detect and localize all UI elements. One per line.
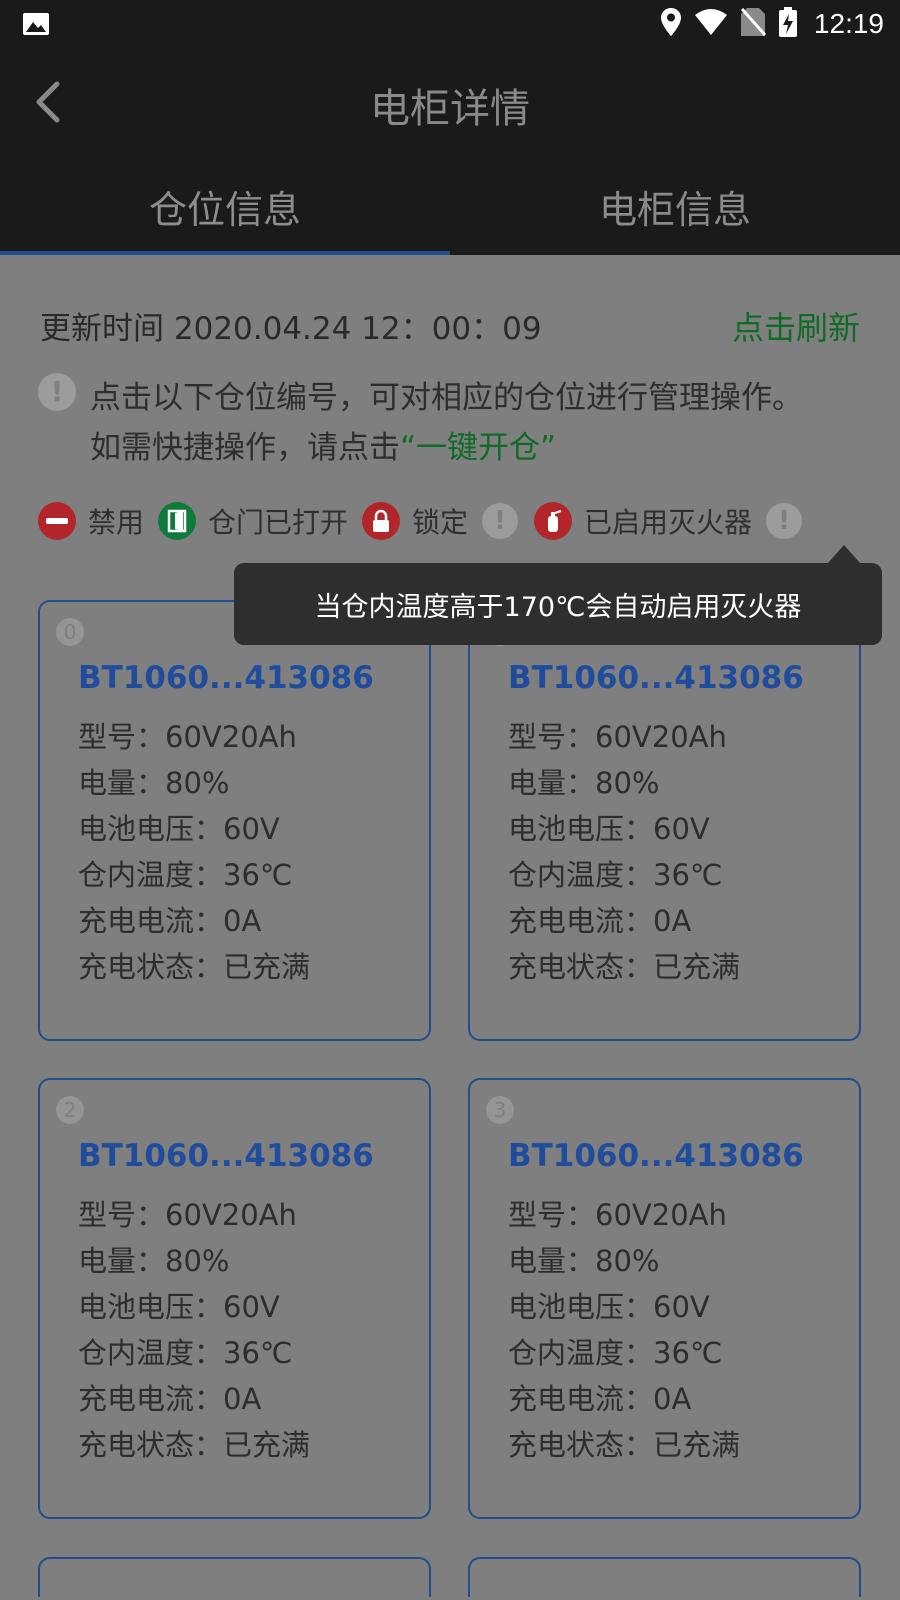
slot-index-badge: 0: [56, 618, 84, 646]
fire-extinguisher-icon: [534, 502, 573, 540]
slot-card-0[interactable]: 0 BT1060...413086 型号：60V20Ah 电量：80% 电池电压…: [38, 600, 431, 1041]
voltage-line: 电池电压：60V: [508, 1290, 710, 1324]
notice-line-2-prefix: 如需快捷操作，请点击: [90, 430, 400, 466]
refresh-link[interactable]: 点击刷新: [732, 303, 860, 349]
content-area: 更新时间 2020.04.24 12：00：09 点击刷新 ! 点击以下仓位编号…: [0, 255, 900, 1600]
battery-id: BT1060...413086: [78, 1138, 374, 1174]
tooltip-arrow: [828, 545, 860, 563]
model-line: 型号：60V20Ah: [78, 720, 297, 754]
notice-line-2: 如需快捷操作，请点击“一键开仓”: [90, 423, 870, 473]
current-line: 充电电流：0A: [508, 1382, 692, 1416]
voltage-line: 电池电压：60V: [78, 1290, 280, 1324]
slot-card-1[interactable]: 1 BT1060...413086 型号：60V20Ah 电量：80% 电池电压…: [468, 600, 861, 1041]
extinguisher-info-icon[interactable]: !: [766, 503, 803, 539]
tab-cabinet-info[interactable]: 电柜信息: [450, 158, 900, 255]
model-line: 型号：60V20Ah: [508, 1198, 727, 1232]
slot-card-3[interactable]: 3 BT1060...413086 型号：60V20Ah 电量：80% 电池电压…: [468, 1078, 861, 1519]
card-details: 型号：60V20Ah 电量：80% 电池电压：60V 仓内温度：36℃ 充电电流…: [78, 1192, 310, 1468]
charge-line: 电量：80%: [78, 766, 230, 800]
legend-locked: 锁定: [362, 501, 468, 541]
charge-status-line: 充电状态：已充满: [78, 1428, 311, 1462]
lock-icon: [362, 502, 401, 540]
tab-slot-info[interactable]: 仓位信息: [0, 158, 450, 255]
current-line: 充电电流：0A: [508, 904, 692, 938]
current-line: 充电电流：0A: [78, 904, 262, 938]
card-details: 型号：60V20Ah 电量：80% 电池电压：60V 仓内温度：36℃ 充电电流…: [508, 1192, 740, 1468]
quick-open-link[interactable]: “一键开仓”: [400, 430, 556, 466]
update-time: 更新时间 2020.04.24 12：00：09: [40, 311, 542, 347]
legend-door-open-label: 仓门已打开: [208, 506, 349, 539]
page-title: 电柜详情: [370, 86, 530, 132]
voltage-line: 电池电压：60V: [78, 812, 280, 846]
status-bar: 12:19: [0, 0, 900, 48]
charge-line: 电量：80%: [78, 1244, 230, 1278]
image-notification-icon: [22, 12, 50, 36]
card-details: 型号：60V20Ah 电量：80% 电池电压：60V 仓内温度：36℃ 充电电流…: [508, 714, 740, 990]
charge-line: 电量：80%: [508, 1244, 660, 1278]
status-icons: 12:19: [660, 7, 884, 41]
wifi-icon: [694, 8, 728, 40]
legend-locked-label: 锁定: [412, 506, 469, 539]
legend-door-open: 仓门已打开: [158, 501, 348, 541]
card-details: 型号：60V20Ah 电量：80% 电池电压：60V 仓内温度：36℃ 充电电流…: [78, 714, 310, 990]
legend: 禁用 仓门已打开 锁定 ! 已启用灭火器 !: [38, 501, 878, 541]
legend-disabled-label: 禁用: [88, 506, 145, 539]
notice-line-1: 点击以下仓位编号，可对相应的仓位进行管理操作。: [90, 380, 803, 416]
exclamation-icon: !: [38, 373, 76, 411]
temperature-line: 仓内温度：36℃: [508, 1336, 723, 1370]
minus-circle-icon: [38, 502, 76, 540]
update-row: 更新时间 2020.04.24 12：00：09 点击刷新: [40, 303, 860, 347]
status-time: 12:19: [813, 8, 884, 39]
slot-card-2[interactable]: 2 BT1060...413086 型号：60V20Ah 电量：80% 电池电压…: [38, 1078, 431, 1519]
legend-extinguisher: 已启用灭火器: [534, 501, 752, 541]
tooltip: 当仓内温度高于170℃会自动启用灭火器: [234, 563, 882, 645]
charge-line: 电量：80%: [508, 766, 660, 800]
battery-charging-icon: [778, 7, 798, 41]
notice-text: 点击以下仓位编号，可对相应的仓位进行管理操作。 如需快捷操作，请点击“一键开仓”: [90, 373, 870, 473]
legend-disabled: 禁用: [38, 501, 144, 541]
temperature-line: 仓内温度：36℃: [78, 858, 293, 892]
battery-id: BT1060...413086: [508, 660, 804, 696]
charge-status-line: 充电状态：已充满: [508, 950, 741, 984]
model-line: 型号：60V20Ah: [78, 1198, 297, 1232]
current-line: 充电电流：0A: [78, 1382, 262, 1416]
charge-status-line: 充电状态：已充满: [78, 950, 311, 984]
location-icon: [660, 7, 682, 41]
slot-card-5-partial[interactable]: [468, 1557, 861, 1597]
locked-info-icon[interactable]: !: [482, 503, 519, 539]
temperature-line: 仓内温度：36℃: [508, 858, 723, 892]
legend-extinguisher-label: 已启用灭火器: [584, 506, 753, 539]
battery-id: BT1060...413086: [508, 1138, 804, 1174]
tab-bar: 仓位信息 电柜信息: [0, 158, 900, 255]
app-bar: 电柜详情: [0, 48, 900, 158]
slot-card-4-partial[interactable]: [38, 1557, 431, 1597]
tooltip-text: 当仓内温度高于170℃会自动启用灭火器: [314, 591, 802, 623]
slot-index-badge: 2: [56, 1096, 84, 1124]
battery-id: BT1060...413086: [78, 660, 374, 696]
temperature-line: 仓内温度：36℃: [78, 1336, 293, 1370]
voltage-line: 电池电压：60V: [508, 812, 710, 846]
door-open-icon: [158, 502, 197, 540]
slot-index-badge: 3: [486, 1096, 514, 1124]
model-line: 型号：60V20Ah: [508, 720, 727, 754]
charge-status-line: 充电状态：已充满: [508, 1428, 741, 1462]
no-sim-icon: [740, 7, 767, 41]
